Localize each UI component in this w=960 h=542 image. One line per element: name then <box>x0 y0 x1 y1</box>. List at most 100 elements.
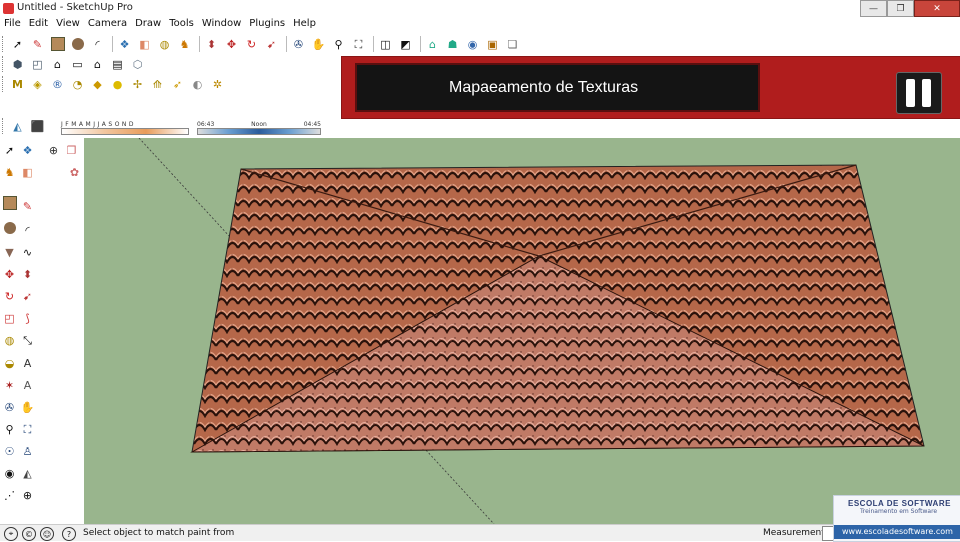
axes-icon[interactable]: ✢ <box>129 76 146 93</box>
eraser-icon[interactable]: ◧ <box>136 36 153 53</box>
ruby-console-icon[interactable]: ® <box>49 76 66 93</box>
3dtext-tool-icon[interactable]: A <box>19 377 36 394</box>
rectangle-tool-icon[interactable] <box>1 194 18 211</box>
dimension-icon[interactable]: ◔ <box>69 76 86 93</box>
texture-icon[interactable]: ◈ <box>29 76 46 93</box>
text-label-icon[interactable]: ➶ <box>169 76 186 93</box>
menu-edit[interactable]: Edit <box>25 17 52 33</box>
pan-tool-icon[interactable]: ✋ <box>19 399 36 416</box>
rotate-tool-icon[interactable]: ↻ <box>1 288 18 305</box>
orbit-icon[interactable]: ✇ <box>290 36 307 53</box>
arc-icon[interactable]: ◜ <box>89 36 106 53</box>
zoom-extents-tool-icon[interactable]: ⊕ <box>19 487 36 504</box>
front-view-icon[interactable]: ⌂ <box>49 56 66 73</box>
circle-tool-icon[interactable] <box>1 220 18 237</box>
display-shadows-icon[interactable]: ⬛ <box>29 118 46 135</box>
scale-tool-icon[interactable]: ◰ <box>1 310 18 327</box>
sandbox-icon[interactable]: M <box>9 76 26 93</box>
texture-paint-icon[interactable]: ❐ <box>63 142 80 159</box>
zoom-tool-icon[interactable]: ⚲ <box>1 421 18 438</box>
extension-warehouse-icon[interactable]: ▣ <box>484 36 501 53</box>
select-icon[interactable]: ➚ <box>1 142 18 159</box>
text-tool-icon[interactable]: A <box>19 355 36 372</box>
tag-icon[interactable]: ◆ <box>89 76 106 93</box>
push-pull-icon[interactable]: ⬍ <box>203 36 220 53</box>
texture-position-icon[interactable]: ⊕ <box>45 142 62 159</box>
pushpull-tool-icon[interactable]: ⬍ <box>19 266 36 283</box>
component-icon[interactable]: ❖ <box>19 142 36 159</box>
offset-tool-icon[interactable]: ⟆ <box>19 310 36 327</box>
menu-file[interactable]: File <box>0 17 25 33</box>
tape-tool-icon[interactable]: ◍ <box>1 332 18 349</box>
maximize-button[interactable]: ❐ <box>887 0 914 17</box>
pencil-line-icon[interactable]: ✎ <box>29 36 46 53</box>
iso-view-icon[interactable]: ⬢ <box>9 56 26 73</box>
google-earth-icon[interactable]: ◉ <box>464 36 481 53</box>
share-model-icon[interactable]: ☗ <box>444 36 461 53</box>
rectangle-icon[interactable] <box>49 36 66 53</box>
zoom-extents-icon[interactable]: ⛶ <box>350 36 367 53</box>
geo-location-icon[interactable]: ⌖ <box>4 527 18 541</box>
layout-icon[interactable]: ❏ <box>504 36 521 53</box>
rotate-icon[interactable]: ↻ <box>243 36 260 53</box>
menu-tools[interactable]: Tools <box>165 17 198 33</box>
date-slider[interactable] <box>61 128 189 135</box>
eraser-tool-icon[interactable]: ◧ <box>19 164 36 181</box>
menu-draw[interactable]: Draw <box>131 17 165 33</box>
menu-window[interactable]: Window <box>198 17 245 33</box>
select-arrow-icon[interactable]: ➚ <box>9 36 26 53</box>
next-view-icon[interactable]: ◩ <box>397 36 414 53</box>
followme-tool-icon[interactable]: ➹ <box>19 288 36 305</box>
user-icon[interactable]: ☺ <box>40 527 54 541</box>
walk-icon[interactable]: ✲ <box>209 76 226 93</box>
menu-help[interactable]: Help <box>289 17 320 33</box>
menu-view[interactable]: View <box>52 17 84 33</box>
help-icon[interactable]: ? <box>62 527 76 541</box>
pause-button[interactable] <box>896 72 942 114</box>
close-button[interactable]: ✕ <box>914 0 960 17</box>
pan-icon[interactable]: ✋ <box>310 36 327 53</box>
circle-icon[interactable] <box>69 36 86 53</box>
credits-icon[interactable]: © <box>22 527 36 541</box>
position-camera-tool-icon[interactable]: ☉ <box>1 443 18 460</box>
zoom-icon[interactable]: ⚲ <box>330 36 347 53</box>
model-viewport[interactable] <box>84 138 960 524</box>
make-component-icon[interactable]: ❖ <box>116 36 133 53</box>
menu-plugins[interactable]: Plugins <box>245 17 289 33</box>
menu-camera[interactable]: Camera <box>84 17 131 33</box>
axes-tool-icon[interactable]: ✶ <box>1 377 18 394</box>
match-paint-icon[interactable]: ✿ <box>66 164 83 181</box>
move-tool-icon[interactable]: ✥ <box>1 266 18 283</box>
minimize-button[interactable]: — <box>860 0 887 17</box>
right-view-icon[interactable]: ▭ <box>69 56 86 73</box>
section-plane-icon[interactable]: ⟰ <box>149 76 166 93</box>
back-view-icon[interactable]: ⌂ <box>89 56 106 73</box>
move-icon[interactable]: ✥ <box>223 36 240 53</box>
polygon-tool-icon[interactable]: ▼ <box>1 244 18 261</box>
paint-bucket-icon[interactable]: ♞ <box>176 36 193 53</box>
section-tool-icon[interactable]: ◭ <box>19 465 36 482</box>
line-tool-icon[interactable]: ✎ <box>19 198 36 215</box>
left-view-icon[interactable]: ▤ <box>109 56 126 73</box>
previous-view-icon[interactable]: ◫ <box>377 36 394 53</box>
orbit-tool-icon[interactable]: ✇ <box>1 399 18 416</box>
paint-icon[interactable]: ♞ <box>1 164 18 181</box>
get-models-icon[interactable]: ⌂ <box>424 36 441 53</box>
follow-me-icon[interactable]: ➹ <box>263 36 280 53</box>
dot-icon[interactable]: ● <box>109 76 126 93</box>
shadow-settings-icon[interactable]: ◭ <box>9 118 26 135</box>
top-view-icon[interactable]: ◰ <box>29 56 46 73</box>
freehand-tool-icon[interactable]: ∿ <box>19 244 36 261</box>
time-slider[interactable] <box>197 128 321 135</box>
walk-tool-icon[interactable]: ♙ <box>19 443 36 460</box>
lookaround-tool-icon[interactable]: ◉ <box>1 465 18 482</box>
xray-view-icon[interactable]: ⬡ <box>129 56 146 73</box>
roof-model[interactable] <box>84 138 960 524</box>
dimension-tool-icon[interactable]: ⤡ <box>19 333 36 350</box>
footprints-tool-icon[interactable]: ⋰ <box>1 487 18 504</box>
tape-measure-icon[interactable]: ◍ <box>156 36 173 53</box>
zoom-window-tool-icon[interactable]: ⛶ <box>19 421 36 438</box>
arc-tool-icon[interactable]: ◜ <box>19 222 36 239</box>
protractor-tool-icon[interactable]: ◒ <box>1 355 18 372</box>
protractor-icon[interactable]: ◐ <box>189 76 206 93</box>
